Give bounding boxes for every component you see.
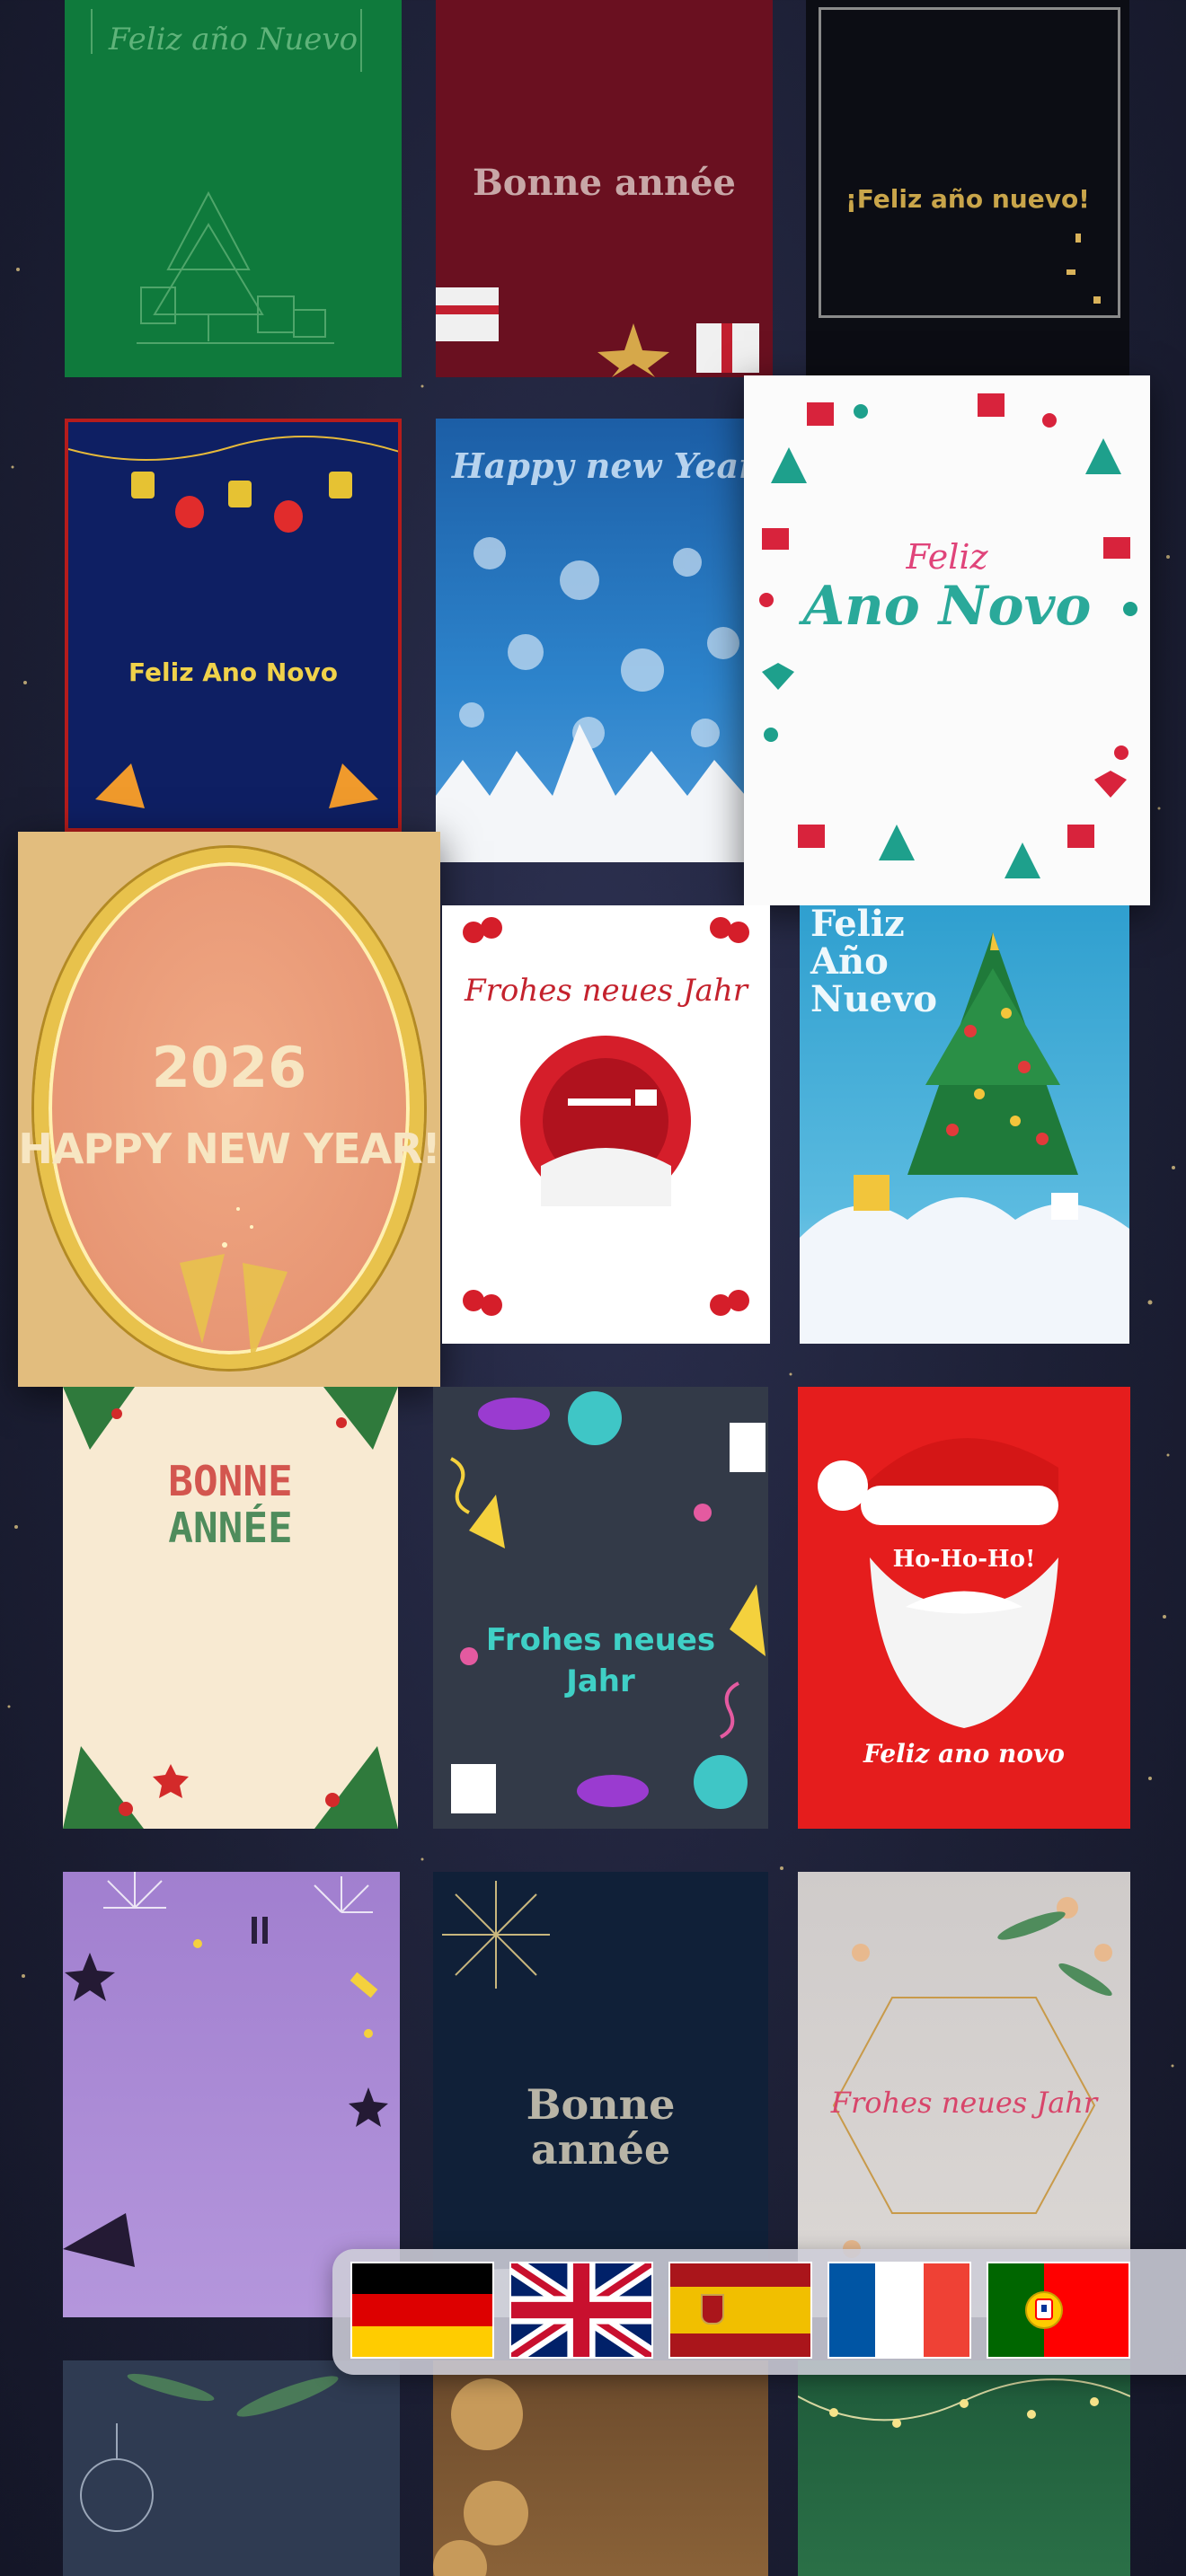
champagne-glasses-icon	[180, 1207, 288, 1362]
gift-icon	[436, 287, 759, 377]
card-feliz-ano-nuevo-green[interactable]: Feliz año Nuevo	[65, 0, 402, 377]
card-feliz-ano-novo-lanterns[interactable]: Feliz Ano Novo	[65, 419, 402, 832]
card-title: Feliz ano novo	[863, 1739, 1065, 1769]
santa-sleigh-icon	[463, 917, 749, 1316]
card-title-line1: BONNE	[168, 1457, 293, 1505]
snowflakes-icon	[436, 537, 773, 862]
card-title: Feliz Ano Novo	[128, 657, 338, 687]
card-santa-hohoho[interactable]: Ho-Ho-Ho! Feliz ano novo	[798, 1387, 1130, 1829]
christmas-tree-icon	[91, 9, 362, 344]
ornament-icon	[80, 2373, 339, 2532]
coat-of-arms-icon	[701, 2294, 724, 2325]
christmas-tree-icon	[800, 932, 1129, 1344]
armillary-sphere-icon	[1025, 2291, 1063, 2329]
confetti-icon	[1067, 234, 1101, 304]
card-title: Frohes neues Jahr	[830, 2086, 1098, 2120]
pine-branches-icon	[63, 1387, 398, 1829]
card-title-line1: Frohes neues	[485, 1622, 716, 1658]
card-golden-baubles[interactable]	[433, 2360, 768, 2576]
card-ornaments-dark[interactable]	[63, 2360, 400, 2576]
uk-flag-icon[interactable]	[509, 2262, 653, 2359]
card-title-line2: Ano Novo	[802, 575, 1092, 638]
french-flag-icon[interactable]	[828, 2262, 971, 2359]
spanish-flag-icon[interactable]	[668, 2262, 812, 2359]
bauble-icon	[433, 2378, 528, 2576]
lanterns-icon	[68, 436, 398, 808]
card-feliz-ano-nuevo-tree[interactable]: Feliz Año Nuevo	[800, 905, 1129, 1344]
card-feliz-ano-nuevo-black[interactable]: ¡Feliz año nuevo!	[806, 0, 1129, 377]
card-frohes-neues-jahr-sleigh[interactable]: Frohes neues Jahr	[442, 905, 770, 1344]
german-flag-icon[interactable]	[350, 2262, 494, 2359]
card-title-line2: Jahr	[566, 1663, 635, 1699]
card-title-line1: Bonne	[526, 2080, 676, 2129]
party-decorations-icon	[450, 1391, 766, 1813]
card-happy-new-year-snow[interactable]: Happy new Year	[436, 419, 773, 862]
card-bonne-annee-red[interactable]: Bonne année	[436, 0, 773, 377]
card-happy-new-year-gold[interactable]: 2026 HAPPY NEW YEAR!	[18, 832, 440, 1387]
card-title-line1: Feliz	[906, 537, 988, 577]
card-feliz-ano-novo-featured[interactable]: Feliz Ano Novo	[744, 375, 1150, 905]
card-bonne-annee-cream[interactable]: BONNE ANNÉE	[63, 1387, 398, 1829]
card-title-line2: année	[530, 2125, 671, 2174]
card-title-line2: ANNÉE	[168, 1504, 293, 1552]
portuguese-flag-icon[interactable]	[987, 2262, 1130, 2359]
string-lights-icon	[798, 2378, 1130, 2428]
card-green-lights[interactable]	[798, 2360, 1130, 2576]
speech-label: Ho-Ho-Ho!	[892, 1546, 1036, 1573]
christmas-pattern-icon	[759, 393, 1137, 878]
card-frohes-neues-jahr-party[interactable]: Frohes neues Jahr	[433, 1387, 768, 1829]
